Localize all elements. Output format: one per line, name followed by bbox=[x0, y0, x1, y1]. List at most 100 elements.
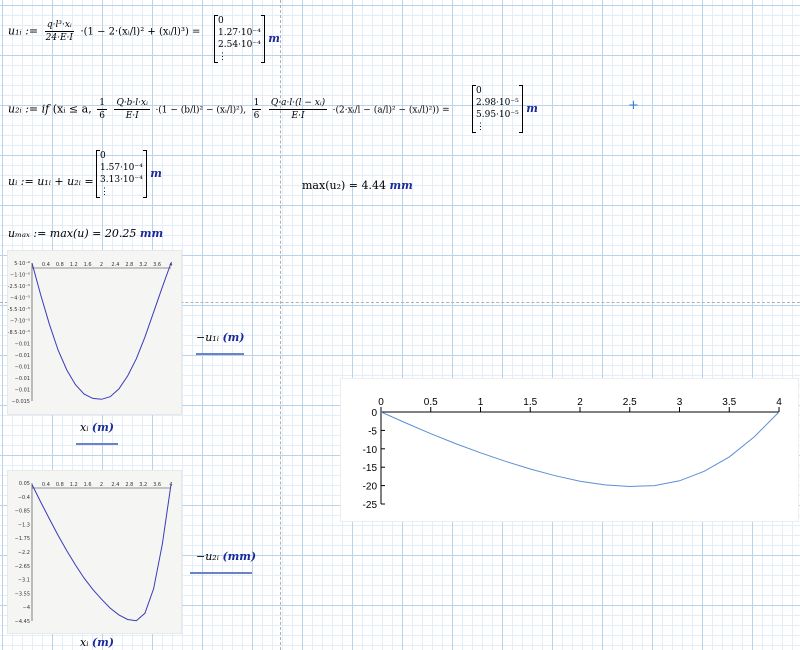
plot1-xtick-2: 1.2 bbox=[70, 262, 78, 268]
equation-umax[interactable]: uₘₐₓ := max(u) = 20.25 mm bbox=[8, 227, 163, 240]
plot1-ytick-3: −4·10⁻⁵ bbox=[10, 296, 30, 302]
plot3-ytick-1: -5 bbox=[368, 426, 377, 437]
plot3-xtick-0: 0 bbox=[378, 397, 384, 408]
plot1-xtick-0: 0.4 bbox=[42, 262, 50, 268]
plot3-xtick-5: 2.5 bbox=[623, 397, 637, 408]
plot3-ytick-2: -10 bbox=[363, 445, 378, 456]
plot2-xtick-1: 0.8 bbox=[56, 482, 64, 488]
eq3-result: 0 1.57·10⁻⁴ 3.13·10⁻⁴ ⋮ m bbox=[96, 150, 162, 198]
eq2-part2-tail: ·(2·xᵢ/l − (a/l)² − (xᵢ/l)²)) = bbox=[332, 105, 450, 116]
eq5-expr: uₘₐₓ := max(u) = 20.25 bbox=[8, 227, 137, 240]
plot1-ytick-8: −0.01 bbox=[15, 353, 30, 359]
plot2-xtick-4: 2 bbox=[100, 482, 103, 488]
plot-u1-xlabel-underline bbox=[76, 443, 118, 445]
plot1-xtick-1: 0.8 bbox=[56, 262, 64, 268]
plot1-series-line bbox=[31, 262, 172, 400]
plot2-xtick-6: 2.8 bbox=[125, 482, 133, 488]
plot2-xtick-7: 3.2 bbox=[139, 482, 147, 488]
plot1-ytick-0: 5·10⁻⁶ bbox=[14, 261, 30, 267]
equation-u[interactable]: uᵢ := u₁ᵢ + u₂ᵢ = bbox=[8, 175, 94, 188]
plot3-ytick-4: -20 bbox=[363, 482, 378, 493]
eq2-result: 0 2.98·10⁻⁵ 5.95·10⁻⁵ ⋮ m bbox=[472, 85, 538, 133]
plot1-ytick-7: −0.01 bbox=[15, 342, 30, 348]
plot3-series-line bbox=[380, 411, 780, 488]
plot-u1-ylabel[interactable]: −u₁ᵢ (m) bbox=[196, 331, 245, 344]
plot2-ytick-0: 0.05 bbox=[19, 481, 30, 487]
plot2-ytick-4: −1.75 bbox=[15, 536, 30, 542]
plot-u2-xlabel[interactable]: xᵢ (m) bbox=[80, 636, 114, 649]
plot3-xtick-3: 1.5 bbox=[523, 397, 537, 408]
plot-u2-svg: 0.4 0.8 1.2 1.6 2 2.4 2.8 3.2 3.6 40.05−0.4−0.85−… bbox=[15, 481, 173, 625]
plot1-xtick-7: 3.2 bbox=[139, 262, 147, 268]
plot1-xtick-3: 1.6 bbox=[84, 262, 92, 268]
plot-deflection[interactable]: 0 0.5 1 1.5 2 2.5 3 3.5 4 0 -5 -10 -15 -20 -25 bbox=[340, 378, 799, 522]
plot3-xtick-7: 3.5 bbox=[722, 397, 736, 408]
plot1-xtick-6: 2.8 bbox=[125, 262, 133, 268]
eq4-expr: max(u₂) = 4.44 bbox=[302, 179, 386, 192]
plot1-ytick-10: −0.01 bbox=[15, 376, 30, 382]
eq2-unit: m bbox=[526, 102, 538, 115]
plot2-xtick-5: 2.4 bbox=[111, 482, 119, 488]
plot2-xtick-3: 1.6 bbox=[84, 482, 92, 488]
eq3-lhs: uᵢ := u₁ᵢ + u₂ᵢ = bbox=[8, 175, 94, 188]
eq1-bracket: ·(1 − 2·(xᵢ/l)² + (xᵢ/l)³) = bbox=[80, 26, 201, 38]
eq2-result-vector: 0 2.98·10⁻⁵ 5.95·10⁻⁵ ⋮ bbox=[472, 85, 523, 133]
eq2-condition: (xᵢ ≤ a, bbox=[52, 102, 92, 116]
plot2-series-line bbox=[31, 484, 172, 622]
plot3-xtick-2: 1 bbox=[478, 397, 484, 408]
plot1-ytick-9: −0.01 bbox=[15, 365, 30, 371]
eq3-result-vector: 0 1.57·10⁻⁴ 3.13·10⁻⁴ ⋮ bbox=[96, 150, 147, 198]
eq2-frac2: 16 bbox=[251, 98, 262, 121]
plot2-ytick-7: −3.1 bbox=[18, 578, 30, 584]
eq4-unit: mm bbox=[389, 179, 413, 192]
plot-u2-ylabel[interactable]: −u₂ᵢ (mm) bbox=[196, 550, 256, 563]
plot2-xtick-2: 1.2 bbox=[70, 482, 78, 488]
eq3-unit: m bbox=[150, 167, 162, 180]
plot1-ytick-2: −2.5·10⁻⁵ bbox=[8, 284, 30, 290]
plot1-ytick-6: −8.5·10⁻⁵ bbox=[8, 330, 30, 336]
eq2-part2-fraction: Q·a·l·(l − xᵢ) E·I bbox=[268, 98, 328, 121]
plot3-xtick-1: 0.5 bbox=[424, 397, 438, 408]
eq2-lhs: u₂ᵢ := if bbox=[8, 102, 50, 116]
eq2-frac1: 16 bbox=[97, 98, 107, 121]
plot3-xtick-4: 2 bbox=[577, 397, 583, 408]
plot1-xtick-8: 3.6 bbox=[153, 262, 161, 268]
eq1-lhs: u₁ᵢ := bbox=[8, 24, 39, 38]
plot2-ytick-8: −3.55 bbox=[15, 591, 30, 597]
plot-u1[interactable]: 0.40.81.21.622.42.83.23.645·10⁻⁶−1·10⁻⁵−… bbox=[5, 250, 182, 415]
equation-max-u2[interactable]: max(u₂) = 4.44 mm bbox=[302, 179, 413, 192]
plot1-xtick-5: 2.4 bbox=[111, 262, 119, 268]
plot-u2[interactable]: 0.4 0.8 1.2 1.6 2 2.4 2.8 3.2 3.6 4 0.05 −0.4 −0.85−… bbox=[7, 470, 182, 634]
plot2-ytick-6: −2.65 bbox=[15, 564, 30, 570]
plot3-ytick-3: -15 bbox=[363, 463, 378, 474]
eq5-unit: mm bbox=[139, 227, 164, 240]
crosshair-icon: + bbox=[628, 98, 639, 113]
plot2-ytick-3: −1.3 bbox=[18, 522, 30, 528]
plot2-ytick-5: −2.2 bbox=[18, 550, 30, 556]
eq1-result: 0 1.27·10⁻⁴ 2.54·10⁻⁴ ⋮ m bbox=[214, 15, 280, 63]
eq1-fraction: q·l³·xᵢ 24·E·I bbox=[44, 20, 74, 43]
plot2-ytick-9: −4 bbox=[23, 605, 30, 611]
plot3-xtick-6: 3 bbox=[677, 397, 683, 408]
eq2-part1-fraction: Q·b·l·xᵢ E·I bbox=[114, 98, 150, 121]
plot-u2-ylabel-underline bbox=[190, 572, 252, 574]
plot-u1-ylabel-underline bbox=[196, 353, 244, 355]
plot3-xtick-8: 4 bbox=[776, 397, 782, 408]
eq1-unit: m bbox=[268, 32, 280, 45]
plot2-xtick-0: 0.4 bbox=[42, 482, 50, 488]
plot1-ytick-5: −7·10⁻⁵ bbox=[10, 319, 30, 325]
plot-deflection-svg: 0 0.5 1 1.5 2 2.5 3 3.5 4 0 -5 -10 -15 -20 -25 bbox=[363, 397, 783, 511]
plot2-ytick-10: −4.45 bbox=[15, 619, 30, 625]
plot2-ytick-2: −0.85 bbox=[15, 509, 30, 515]
equation-u2[interactable]: u₂ᵢ := if (xᵢ ≤ a, 16 Q·b·l·xᵢ E·I ·(1 − … bbox=[8, 98, 473, 121]
plot1-ytick-4: −5.5·10⁻⁵ bbox=[8, 307, 30, 313]
eq1-result-vector: 0 1.27·10⁻⁴ 2.54·10⁻⁴ ⋮ bbox=[214, 15, 265, 63]
plot-u1-xlabel[interactable]: xᵢ (m) bbox=[80, 421, 114, 434]
plot3-ytick-5: -25 bbox=[363, 500, 378, 511]
eq2-part1-tail: ·(1 − (b/l)² − (xᵢ/l)²), bbox=[155, 105, 247, 116]
plot1-ytick-12: −0.015 bbox=[11, 399, 30, 405]
plot2-xtick-8: 3.6 bbox=[153, 482, 161, 488]
plot-u1-svg: 0.40.81.21.622.42.83.23.645·10⁻⁶−1·10⁻⁵−… bbox=[5, 261, 172, 405]
plot1-ytick-1: −1·10⁻⁵ bbox=[10, 273, 30, 279]
plot2-ytick-1: −0.4 bbox=[18, 495, 30, 501]
